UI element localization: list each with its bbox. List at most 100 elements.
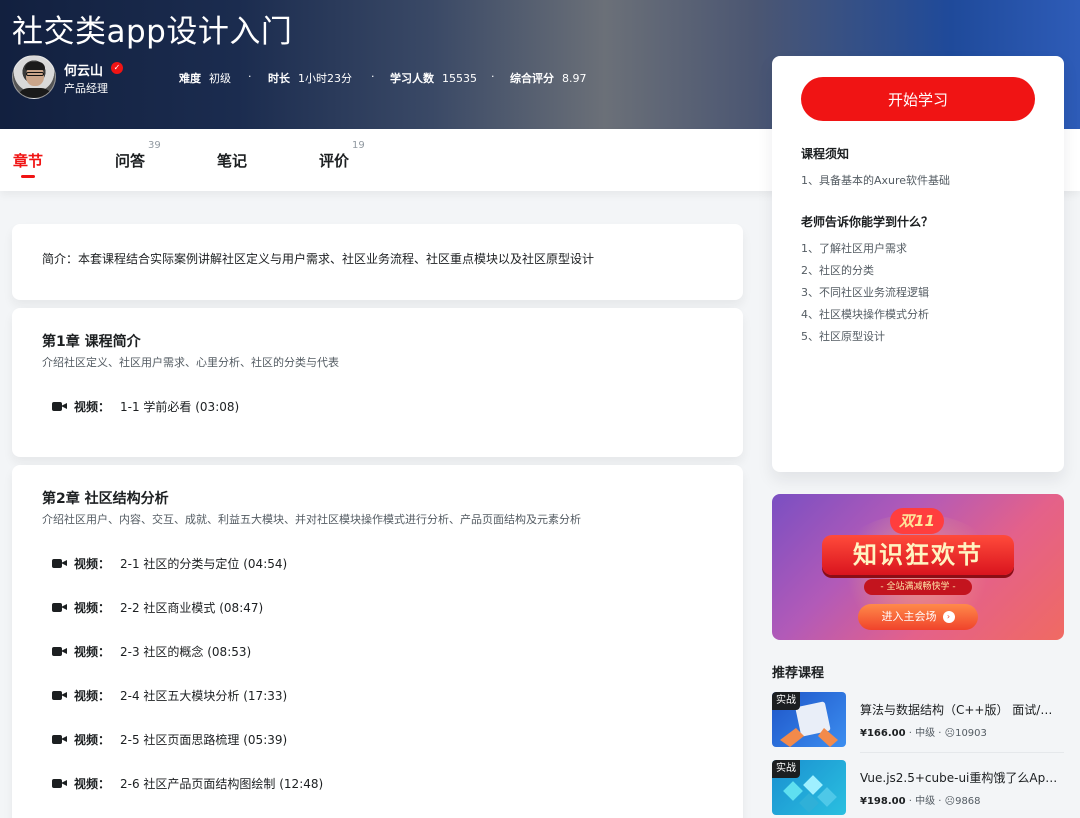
- recommend-course[interactable]: 实战 Vue.js2.5+cube-ui重构饿了么App（经典再升级） ¥198…: [772, 760, 1064, 818]
- video-item[interactable]: 视频： 2-3 社区的概念 (08:53): [52, 643, 251, 660]
- video-title: 2-5 社区页面思路梳理 (05:39): [120, 733, 288, 747]
- promo-title: 知识狂欢节: [822, 535, 1014, 575]
- learn-item: 2、社区的分类: [801, 264, 874, 277]
- meta-learners: 学习人数 15535: [390, 70, 477, 86]
- tab-notes[interactable]: 笔记: [217, 150, 247, 171]
- intro-card: 简介：本套课程结合实际案例讲解社区定义与用户需求、社区业务流程、社区重点模块以及…: [12, 224, 743, 300]
- teacher-role: 产品经理: [64, 82, 108, 95]
- course-tag: 实战: [772, 692, 800, 710]
- video-camera-icon: [52, 602, 67, 613]
- course-title: 社交类app设计入门: [12, 14, 293, 50]
- course-side-panel: 开始学习 课程须知 1、具备基本的Axure软件基础 老师告诉你能学到什么？ 1…: [772, 56, 1064, 472]
- video-item[interactable]: 视频： 2-2 社区商业模式 (08:47): [52, 599, 263, 616]
- video-label: 视频：: [74, 733, 111, 747]
- video-camera-icon: [52, 646, 67, 657]
- tab-reviews[interactable]: 评价: [319, 150, 349, 171]
- notice-item: 1、具备基本的Axure软件基础: [801, 174, 951, 187]
- chapter-title: 第2章 社区结构分析: [42, 491, 169, 507]
- video-camera-icon: [52, 401, 67, 412]
- video-camera-icon: [52, 734, 67, 745]
- video-label: 视频：: [74, 689, 111, 703]
- chapter-desc: 介绍社区定义、社区用户需求、心里分析、社区的分类与代表: [42, 356, 339, 369]
- chapter-desc: 介绍社区用户、内容、交互、成就、利益五大模块、并对社区模块操作模式进行分析、产品…: [42, 513, 581, 526]
- active-tab-indicator: [21, 175, 35, 178]
- video-label: 视频：: [74, 777, 111, 791]
- promo-enter-label: 进入主会场: [881, 610, 937, 623]
- verified-icon: ✓: [111, 62, 123, 74]
- recommend-title: 推荐课程: [772, 666, 825, 681]
- tab-reviews-count: 19: [352, 140, 365, 151]
- chapter-title: 第1章 课程简介: [42, 334, 141, 350]
- video-item[interactable]: 视频： 2-4 社区五大模块分析 (17:33): [52, 687, 287, 704]
- learn-item: 1、了解社区用户需求: [801, 242, 907, 255]
- divider: [860, 752, 1064, 753]
- tab-qa-count: 39: [148, 140, 161, 151]
- video-title: 1-1 学前必看 (03:08): [120, 400, 240, 414]
- video-title: 2-4 社区五大模块分析 (17:33): [120, 689, 288, 703]
- course-level: 中级: [915, 796, 936, 807]
- meta-learners-label: 学习人数: [390, 72, 434, 85]
- course-meta: ¥166.00 · 中级 · ☹10903: [860, 728, 987, 739]
- learn-item: 5、社区原型设计: [801, 330, 885, 343]
- video-title: 2-6 社区产品页面结构图绘制 (12:48): [120, 777, 324, 791]
- learn-item: 4、社区模块操作模式分析: [801, 308, 929, 321]
- video-camera-icon: [52, 690, 67, 701]
- user-icon: ☹: [944, 728, 956, 739]
- course-intro: 简介：本套课程结合实际案例讲解社区定义与用户需求、社区业务流程、社区重点模块以及…: [42, 252, 595, 266]
- course-learners: 9868: [955, 796, 981, 807]
- meta-separator: ·: [491, 70, 495, 83]
- video-label: 视频：: [74, 557, 111, 571]
- meta-duration: 时长 1小时23分: [268, 70, 352, 86]
- video-label: 视频：: [74, 645, 111, 659]
- video-item[interactable]: 视频： 2-1 社区的分类与定位 (04:54): [52, 555, 287, 572]
- teacher-avatar[interactable]: [12, 55, 56, 99]
- tab-chapters[interactable]: 章节: [13, 150, 43, 171]
- video-label: 视频：: [74, 601, 111, 615]
- video-camera-icon: [52, 558, 67, 569]
- meta-rating: 综合评分 8.97: [510, 70, 587, 86]
- promo-subtitle: - 全站满减畅快学 -: [864, 579, 972, 595]
- video-item[interactable]: 视频： 2-5 社区页面思路梳理 (05:39): [52, 731, 287, 748]
- start-learning-button[interactable]: 开始学习: [801, 77, 1035, 121]
- meta-duration-value: 1小时23分: [298, 72, 352, 85]
- meta-separator: ·: [248, 70, 252, 83]
- meta-learners-value: 15535: [442, 72, 477, 85]
- course-title: 算法与数据结构（C++版） 面试/评测…: [860, 703, 1064, 717]
- arrow-right-icon: ›: [942, 611, 955, 623]
- meta-difficulty: 难度 初级: [179, 70, 231, 86]
- promo-banner[interactable]: 双11 知识狂欢节 - 全站满减畅快学 - 进入主会场 ›: [772, 494, 1064, 640]
- learn-item: 3、不同社区业务流程逻辑: [801, 286, 929, 299]
- course-title: Vue.js2.5+cube-ui重构饿了么App（经典再升级）: [860, 771, 1064, 785]
- video-title: 2-3 社区的概念 (08:53): [120, 645, 252, 659]
- video-label: 视频：: [74, 400, 111, 414]
- video-item[interactable]: 视频： 2-6 社区产品页面结构图绘制 (12:48): [52, 775, 323, 792]
- course-learners: 10903: [955, 728, 987, 739]
- meta-rating-label: 综合评分: [510, 72, 554, 85]
- tab-qa[interactable]: 问答: [115, 150, 145, 171]
- user-icon: ☹: [944, 796, 956, 807]
- meta-difficulty-value: 初级: [209, 72, 231, 85]
- meta-duration-label: 时长: [268, 72, 290, 85]
- video-camera-icon: [52, 778, 67, 789]
- course-price: ¥198.00: [860, 796, 906, 807]
- course-thumbnail: 实战: [772, 692, 846, 747]
- learn-title: 老师告诉你能学到什么？: [801, 215, 934, 229]
- course-price: ¥166.00: [860, 728, 906, 739]
- video-item[interactable]: 视频： 1-1 学前必看 (03:08): [52, 398, 239, 415]
- promo-badge: 双11: [890, 508, 944, 534]
- video-title: 2-2 社区商业模式 (08:47): [120, 601, 264, 615]
- teacher-name[interactable]: 何云山: [64, 60, 103, 79]
- chapter-card: 第2章 社区结构分析 介绍社区用户、内容、交互、成就、利益五大模块、并对社区模块…: [12, 465, 743, 818]
- course-thumbnail: 实战: [772, 760, 846, 815]
- recommend-course[interactable]: 实战 算法与数据结构（C++版） 面试/评测… ¥166.00 · 中级 · ☹…: [772, 692, 1064, 752]
- notice-title: 课程须知: [801, 147, 850, 161]
- meta-rating-value: 8.97: [562, 72, 587, 85]
- course-meta: ¥198.00 · 中级 · ☹9868: [860, 796, 981, 807]
- video-title: 2-1 社区的分类与定位 (04:54): [120, 557, 288, 571]
- promo-enter-button[interactable]: 进入主会场 ›: [858, 604, 978, 630]
- course-tag: 实战: [772, 760, 800, 778]
- meta-separator: ·: [371, 70, 375, 83]
- meta-difficulty-label: 难度: [179, 72, 201, 85]
- chapter-card: 第1章 课程简介 介绍社区定义、社区用户需求、心里分析、社区的分类与代表 视频：…: [12, 308, 743, 457]
- course-level: 中级: [915, 728, 936, 739]
